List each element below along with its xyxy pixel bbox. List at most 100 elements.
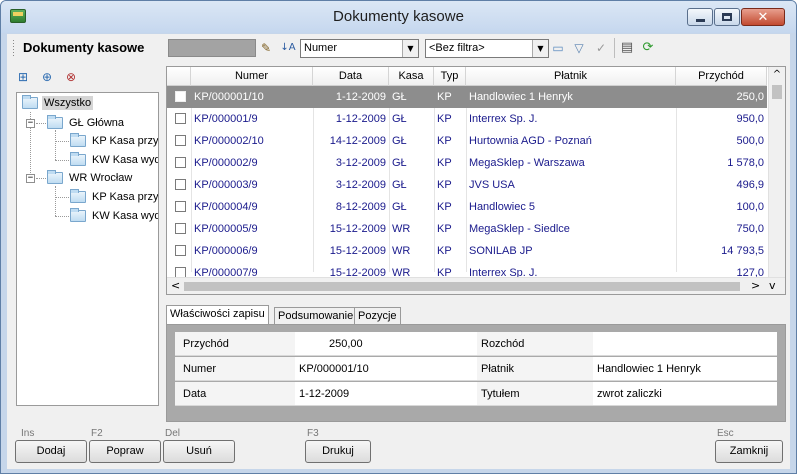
table-row[interactable]: KP/000001/10 1-12-2009 GŁ KP Handlowiec 1 He… bbox=[167, 86, 767, 108]
cell-numer: KP/000002/9 bbox=[194, 157, 258, 169]
row-checkbox[interactable] bbox=[175, 91, 186, 102]
header-numer[interactable]: Numer bbox=[191, 67, 313, 86]
tree-remove-icon[interactable]: ⊗ bbox=[63, 69, 79, 85]
folder-icon bbox=[47, 170, 63, 184]
window-title: Dokumenty kasowe bbox=[333, 8, 464, 25]
refresh-icon[interactable]: ⟳ bbox=[640, 40, 656, 56]
row-checkbox[interactable] bbox=[175, 223, 186, 234]
tree-item-gl-kw[interactable]: KW Kasa wydatków bbox=[70, 151, 158, 169]
tree-expand-icon[interactable]: ⊞ bbox=[15, 69, 31, 85]
platnik-label: Płatnik bbox=[481, 363, 515, 375]
usun-button[interactable]: Usuń bbox=[163, 440, 235, 463]
search-input[interactable] bbox=[168, 39, 256, 57]
horizontal-scrollbar[interactable]: < > v bbox=[167, 277, 785, 294]
scroll-up-icon[interactable]: ^ bbox=[769, 69, 785, 80]
popraw-button[interactable]: Popraw bbox=[89, 440, 161, 463]
header-przychod[interactable]: Przychód bbox=[676, 67, 767, 86]
folder-icon[interactable]: ▭ bbox=[550, 40, 566, 56]
cell-kasa: WR bbox=[392, 223, 411, 235]
numer-value[interactable]: KP/000001/10 bbox=[295, 357, 477, 380]
tree-line bbox=[55, 216, 69, 217]
rozchod-value[interactable] bbox=[593, 332, 777, 355]
cell-platnik: Handlowiec 1 Henryk bbox=[469, 91, 573, 103]
table-row[interactable]: KP/000001/9 1-12-2009 GŁ KP Interrex Sp. J. 9… bbox=[167, 108, 767, 130]
close-button[interactable]: ✕ bbox=[741, 8, 785, 26]
table-row[interactable]: KP/000003/9 3-12-2009 GŁ KP JVS USA 496,9 bbox=[167, 174, 767, 196]
cell-platnik: MegaSklep - Warszawa bbox=[469, 157, 585, 169]
table-row[interactable]: KP/000004/9 8-12-2009 GŁ KP Handlowiec 5 100,… bbox=[167, 196, 767, 218]
przychod-value[interactable]: 250,00 bbox=[295, 332, 477, 355]
property-row: Przychód 250,00 Rozchód bbox=[175, 332, 777, 356]
row-checkbox[interactable] bbox=[175, 135, 186, 146]
header-platnik[interactable]: Płatnik bbox=[466, 67, 676, 86]
tree-item-wr-kp[interactable]: KP Kasa przyjęć bbox=[70, 188, 159, 206]
tree-item-wr[interactable]: WR Wrocław bbox=[47, 169, 134, 187]
tree-add-icon[interactable]: ⊕ bbox=[39, 69, 55, 85]
dodaj-button[interactable]: Dodaj bbox=[15, 440, 87, 463]
table-row[interactable]: KP/000006/9 15-12-2009 WR KP SONILAB JP 14 79… bbox=[167, 240, 767, 262]
cell-platnik: MegaSklep - Siedlce bbox=[469, 223, 570, 235]
tree-line bbox=[55, 141, 69, 142]
scroll-thumb[interactable] bbox=[772, 85, 782, 99]
tab-pozycje[interactable]: Pozycje bbox=[354, 307, 401, 325]
chevron-down-icon[interactable]: ▼ bbox=[402, 40, 418, 57]
chevron-down-icon[interactable]: ▼ bbox=[532, 40, 548, 57]
header-select[interactable] bbox=[167, 67, 191, 86]
platnik-value[interactable]: Handlowiec 1 Henryk bbox=[593, 357, 777, 380]
sort-icon[interactable]: ↓A bbox=[280, 40, 296, 56]
cell-data: 3-12-2009 bbox=[335, 179, 386, 191]
collapse-icon[interactable]: − bbox=[26, 174, 35, 183]
row-checkbox[interactable] bbox=[175, 201, 186, 212]
tree-item-all[interactable]: Wszystko bbox=[22, 94, 94, 112]
maximize-button[interactable] bbox=[714, 8, 740, 26]
tab-wlasciwosci[interactable]: Właściwości zapisu bbox=[166, 305, 269, 326]
eraser-icon[interactable]: ✎ bbox=[258, 40, 274, 56]
key-hint: F3 bbox=[307, 428, 319, 439]
row-checkbox[interactable] bbox=[175, 245, 186, 256]
data-value[interactable]: 1-12-2009 bbox=[295, 382, 477, 405]
tree-item-label: KP Kasa przyjęć bbox=[92, 191, 159, 203]
documents-grid: Numer Data Kasa Typ Płatnik Przychód KP/… bbox=[166, 66, 786, 295]
filter-combo[interactable]: <Bez filtra> ▼ bbox=[425, 39, 549, 58]
drukuj-button[interactable]: Drukuj bbox=[305, 440, 371, 463]
tree-line bbox=[55, 197, 69, 198]
toolbar-grip-icon[interactable] bbox=[12, 39, 15, 56]
tree-item-gl[interactable]: GŁ Główna bbox=[47, 114, 126, 132]
grid-view-icon[interactable]: ▤ bbox=[619, 40, 635, 56]
cell-numer: KP/000005/9 bbox=[194, 223, 258, 235]
table-row[interactable]: KP/000002/10 14-12-2009 GŁ KP Hurtownia AGD … bbox=[167, 130, 767, 152]
cell-przychod: 14 793,5 bbox=[721, 245, 764, 257]
tytulem-value[interactable]: zwrot zaliczki bbox=[593, 382, 777, 405]
scroll-right-icon[interactable]: > bbox=[751, 279, 760, 292]
cell-kasa: GŁ bbox=[392, 157, 407, 169]
cell-data: 8-12-2009 bbox=[335, 201, 386, 213]
cell-kasa: GŁ bbox=[392, 91, 407, 103]
cell-typ: KP bbox=[437, 223, 452, 235]
tree-item-gl-kp[interactable]: KP Kasa przyjęć bbox=[70, 132, 158, 150]
row-checkbox[interactable] bbox=[175, 179, 186, 190]
title-bar[interactable]: Dokumenty kasowe ✕ bbox=[1, 1, 796, 33]
header-kasa[interactable]: Kasa bbox=[389, 67, 434, 86]
tab-podsumowanie[interactable]: Podsumowanie bbox=[274, 307, 358, 325]
cell-typ: KP bbox=[437, 179, 452, 191]
cell-numer: KP/000002/10 bbox=[194, 135, 264, 147]
table-row[interactable]: KP/000002/9 3-12-2009 GŁ KP MegaSklep - Wars… bbox=[167, 152, 767, 174]
scroll-down-icon[interactable]: v bbox=[769, 279, 776, 292]
table-row[interactable]: KP/000005/9 15-12-2009 WR KP MegaSklep - Sie… bbox=[167, 218, 767, 240]
row-checkbox[interactable] bbox=[175, 113, 186, 124]
header-data[interactable]: Data bbox=[313, 67, 389, 86]
minimize-button[interactable] bbox=[687, 8, 713, 26]
zamknij-button[interactable]: Zamknij bbox=[715, 440, 783, 463]
tree-item-wr-kw[interactable]: KW Kasa wydatków bbox=[70, 207, 158, 225]
vertical-scrollbar[interactable]: ^ bbox=[768, 67, 785, 277]
scroll-thumb[interactable] bbox=[184, 282, 740, 291]
row-checkbox[interactable] bbox=[175, 157, 186, 168]
cell-numer: KP/000001/10 bbox=[194, 91, 264, 103]
check-icon[interactable]: ✓ bbox=[593, 40, 609, 56]
header-typ[interactable]: Typ bbox=[434, 67, 466, 86]
cell-typ: KP bbox=[437, 113, 452, 125]
sort-combo[interactable]: Numer ▼ bbox=[300, 39, 419, 58]
collapse-icon[interactable]: − bbox=[26, 119, 35, 128]
scroll-left-icon[interactable]: < bbox=[171, 279, 180, 292]
filter-icon[interactable]: ▽ bbox=[571, 40, 587, 56]
